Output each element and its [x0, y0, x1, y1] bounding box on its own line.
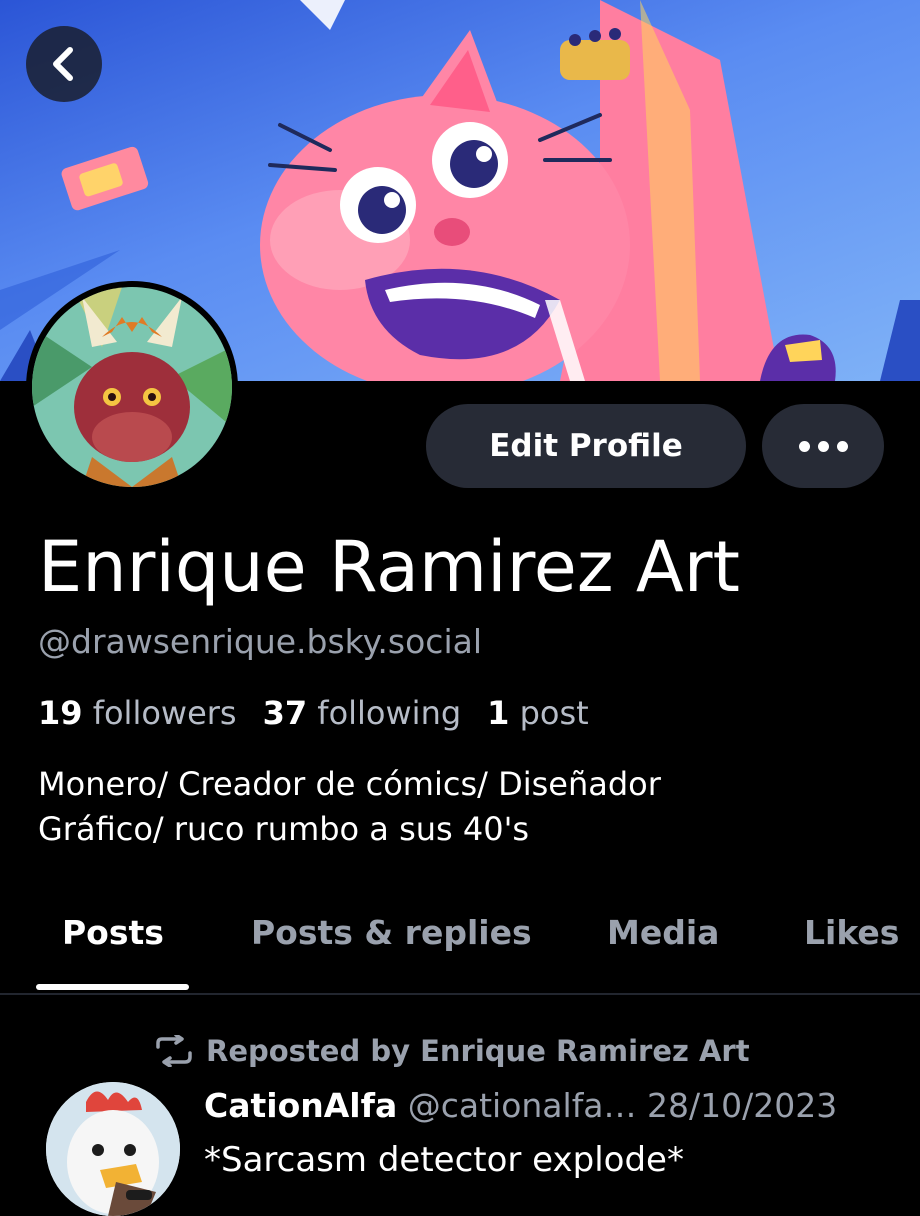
- ellipsis-icon: [798, 440, 810, 452]
- bio-line: Monero/ Creador de cómics/ Diseñador: [38, 765, 661, 803]
- tab-likes[interactable]: Likes: [804, 905, 899, 995]
- tab-posts-and-replies[interactable]: Posts & replies: [251, 905, 532, 995]
- display-name: Enrique Ramirez Art: [38, 526, 740, 608]
- ellipsis-icon-dot: [817, 440, 829, 452]
- followers-label: followers: [92, 694, 237, 732]
- edit-profile-button[interactable]: Edit Profile: [426, 404, 746, 488]
- following-count: 37: [262, 694, 308, 732]
- post-header: CationAlfa @cationalfa… 28/10/2023: [204, 1086, 837, 1125]
- profile-avatar[interactable]: [26, 281, 238, 493]
- followers-link[interactable]: 19 followers: [38, 694, 237, 732]
- tab-media[interactable]: Media: [607, 905, 719, 995]
- posts-label: post: [519, 694, 589, 732]
- repost-indicator[interactable]: Reposted by Enrique Ramirez Art: [152, 1034, 750, 1068]
- post-text: *Sarcasm detector explode*: [204, 1140, 684, 1180]
- ellipsis-icon-dot: [836, 440, 848, 452]
- chevron-left-icon: [53, 47, 73, 81]
- repost-icon: [156, 1035, 192, 1067]
- profile-bio: Monero/ Creador de cómics/ Diseñador Grá…: [38, 762, 888, 852]
- back-button[interactable]: [26, 26, 102, 102]
- tabs-divider: [0, 993, 920, 995]
- post-date: 28/10/2023: [647, 1086, 838, 1125]
- avatar-image: [46, 1082, 180, 1216]
- bio-line: Gráfico/ ruco rumbo a sus 40's: [38, 810, 530, 848]
- post-author-handle[interactable]: @cationalfa…: [408, 1086, 637, 1125]
- repost-label: Reposted by Enrique Ramirez Art: [206, 1034, 750, 1068]
- following-label: following: [317, 694, 462, 732]
- posts-count: 1: [487, 694, 510, 732]
- followers-count: 19: [38, 694, 83, 732]
- posts-count-group: 1 post: [487, 694, 589, 732]
- profile-tabs: Posts Posts & replies Media Likes: [0, 905, 920, 995]
- tab-posts[interactable]: Posts: [62, 905, 164, 995]
- profile-handle: @drawsenrique.bsky.social: [38, 622, 483, 661]
- profile-stats: 19 followers 37 following 1 post: [38, 694, 589, 732]
- following-link[interactable]: 37 following: [263, 694, 462, 732]
- more-options-button[interactable]: [762, 404, 884, 488]
- post-author-avatar[interactable]: [46, 1082, 180, 1216]
- active-tab-indicator: [36, 984, 189, 990]
- post-author-name[interactable]: CationAlfa: [204, 1086, 397, 1125]
- avatar-image: [32, 287, 232, 487]
